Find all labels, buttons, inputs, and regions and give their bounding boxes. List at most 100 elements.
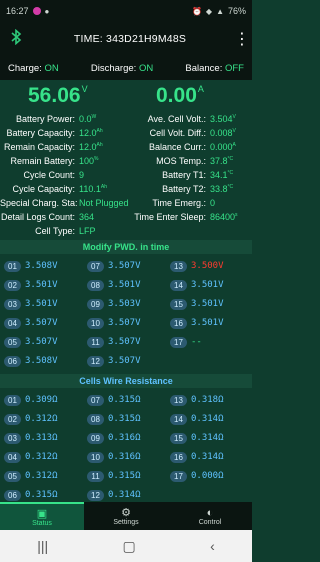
total-voltage: 56.06V bbox=[28, 84, 88, 107]
cell-value: 0.312 bbox=[25, 452, 53, 462]
parameter-unit: V bbox=[232, 114, 236, 120]
home-icon[interactable]: ▢ bbox=[123, 538, 136, 555]
cell-resistance-item: 10 0.316 Ω bbox=[87, 449, 141, 465]
parameter-unit: s bbox=[235, 212, 238, 218]
cell-index-badge: 06 bbox=[4, 355, 21, 367]
more-options-icon[interactable]: ⋮ bbox=[232, 29, 252, 49]
cell-index-badge: 02 bbox=[4, 279, 21, 291]
app-header: TIME: 343D21H9M48S ⋮ bbox=[0, 22, 252, 56]
app-notification-icon bbox=[32, 7, 41, 15]
cell-unit: V bbox=[135, 261, 141, 271]
recent-apps-icon[interactable]: ||| bbox=[37, 538, 48, 554]
signal-icon: ▲ bbox=[216, 6, 224, 16]
cell-value: 3.501 bbox=[191, 318, 219, 328]
back-icon[interactable]: ‹ bbox=[210, 538, 215, 554]
parameter-value: Not Plugged bbox=[79, 198, 129, 208]
parameter-value: 34.1 bbox=[210, 170, 228, 180]
parameter-label: Balance Curr.: bbox=[148, 142, 206, 152]
cell-resistance-item: 17 0.000 Ω bbox=[170, 468, 224, 484]
cell-voltage-item: 02 3.501 V bbox=[4, 277, 58, 293]
parameter-row: Special Charg. Sta:Not Plugged bbox=[0, 198, 129, 208]
nav-settings[interactable]: ⚙ Settings bbox=[84, 502, 168, 530]
cell-voltage-item: 09 3.503 V bbox=[87, 296, 141, 312]
cell-index-badge: 08 bbox=[87, 413, 104, 425]
cell-voltage-item: 01 3.508 V bbox=[4, 258, 58, 274]
cell-value: 0.318 bbox=[191, 395, 219, 405]
bluetooth-icon[interactable] bbox=[4, 28, 28, 49]
cell-value: -- bbox=[191, 337, 202, 347]
parameter-value: 110.1 bbox=[79, 184, 101, 194]
cell-resistance-item: 15 0.314 Ω bbox=[170, 430, 224, 446]
parameter-unit: W bbox=[91, 114, 97, 120]
parameter-label: Time Emerg.: bbox=[152, 198, 206, 208]
nav-status[interactable]: ▣ Status bbox=[0, 502, 84, 530]
cell-unit: V bbox=[52, 299, 58, 309]
cell-index-badge: 11 bbox=[87, 470, 104, 482]
cell-unit: V bbox=[52, 261, 58, 271]
system-status-bar: 16:27 ● ⏰ ◆ ▲ 76% bbox=[0, 0, 252, 22]
parameter-row: Cycle Capacity: 110.1Ah bbox=[0, 184, 107, 194]
cell-voltage-item: 14 3.501 V bbox=[170, 277, 224, 293]
cell-value: 3.501 bbox=[108, 280, 136, 290]
cell-value: 0.309 bbox=[25, 395, 53, 405]
parameter-value: 86400 bbox=[210, 212, 236, 222]
cell-index-badge: 06 bbox=[4, 489, 21, 501]
parameter-label: Battery Power: bbox=[15, 114, 75, 124]
parameter-row: Battery T2: 33.8°C bbox=[126, 184, 233, 194]
parameter-unit: °C bbox=[227, 170, 234, 176]
cell-unit: V bbox=[52, 318, 58, 328]
cell-value: 0.315 bbox=[108, 471, 136, 481]
cell-resistance-item: 05 0.312 Ω bbox=[4, 468, 58, 484]
cell-unit: Ω bbox=[52, 452, 58, 462]
cell-value: 3.508 bbox=[25, 261, 53, 271]
cell-value: 3.501 bbox=[25, 280, 53, 290]
cell-resistance-item: 09 0.316 Ω bbox=[87, 430, 141, 446]
switch-status-row: Charge: ON Discharge: ON Balance: OFF bbox=[0, 56, 252, 80]
cell-unit: V bbox=[218, 318, 224, 328]
cell-value: 0.316 bbox=[108, 452, 136, 462]
cell-voltage-item: 15 3.501 V bbox=[170, 296, 224, 312]
cell-voltage-item: 06 3.508 V bbox=[4, 353, 58, 369]
cell-unit: Ω bbox=[218, 452, 224, 462]
cell-resistance-item: 04 0.312 Ω bbox=[4, 449, 58, 465]
parameter-label: Special Charg. Sta: bbox=[0, 198, 78, 208]
parameter-value: 0.000 bbox=[210, 142, 233, 152]
cell-unit: Ω bbox=[218, 414, 224, 424]
notification-icon: ● bbox=[44, 6, 50, 16]
balance-status: Balance: OFF bbox=[185, 62, 244, 74]
cell-resistance-item: 02 0.312 Ω bbox=[4, 411, 58, 427]
nav-control[interactable]: ◐ Control bbox=[168, 502, 252, 530]
cell-resistance-item: 12 0.314 Ω bbox=[87, 487, 141, 503]
cell-value: 0.314 bbox=[191, 414, 219, 424]
cell-unit: Ω bbox=[135, 414, 141, 424]
parameter-unit: % bbox=[94, 156, 99, 162]
parameter-row: MOS Temp.: 37.8°C bbox=[126, 156, 233, 166]
cell-unit: V bbox=[135, 356, 141, 366]
cell-voltage-item: 05 3.507 V bbox=[4, 334, 58, 350]
parameter-label: Detail Logs Count: bbox=[0, 212, 75, 222]
cell-value: 3.508 bbox=[25, 356, 53, 366]
cell-unit: Ω bbox=[52, 433, 58, 443]
battery-percent: 76% bbox=[227, 6, 246, 16]
cell-index-badge: 05 bbox=[4, 470, 21, 482]
clock: 16:27 bbox=[6, 6, 29, 16]
cell-index-badge: 04 bbox=[4, 451, 21, 463]
cell-value: 3.503 bbox=[108, 299, 136, 309]
parameter-value: 100 bbox=[79, 156, 95, 166]
cell-value: 0.313 bbox=[25, 433, 53, 443]
parameter-value: 0.0 bbox=[79, 114, 92, 124]
cell-voltage-item: 03 3.501 V bbox=[4, 296, 58, 312]
discharge-status: Discharge: ON bbox=[90, 62, 154, 74]
cell-resistance-item: 01 0.309 Ω bbox=[4, 392, 58, 408]
cell-unit: Ω bbox=[135, 490, 141, 500]
cell-value: 0.312 bbox=[25, 414, 53, 424]
cell-unit: V bbox=[218, 261, 224, 271]
parameter-row: Time Enter Sleep: 86400s bbox=[126, 212, 238, 222]
parameter-label: Cycle Count: bbox=[23, 170, 75, 180]
parameter-label: Time Enter Sleep: bbox=[134, 212, 206, 222]
parameter-row: Detail Logs Count: 364 bbox=[0, 212, 94, 222]
parameter-label: Ave. Cell Volt.: bbox=[147, 114, 206, 124]
cell-resistance-section-title: Cells Wire Resistance bbox=[0, 374, 252, 388]
parameter-row: Battery T1: 34.1°C bbox=[126, 170, 233, 180]
cell-value: 0.312 bbox=[25, 471, 53, 481]
